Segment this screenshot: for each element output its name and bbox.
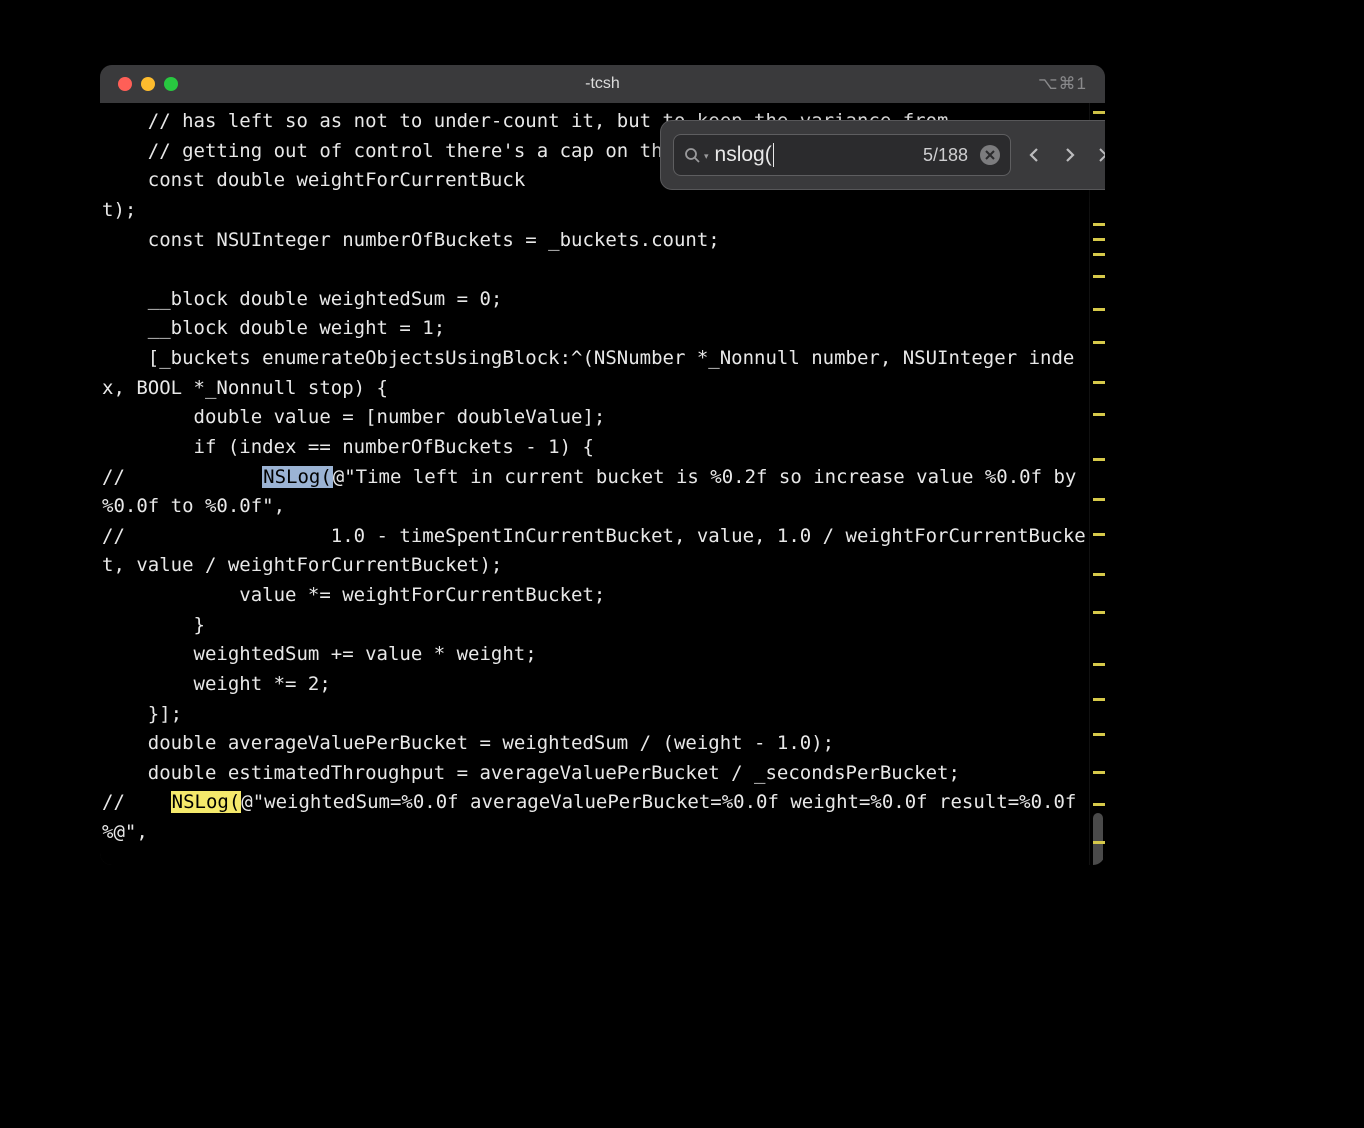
code-line: [_buckets enumerateObjectsUsingBlock:^(N…	[102, 347, 1074, 399]
minimap-match-mark	[1093, 803, 1105, 806]
traffic-lights	[118, 77, 178, 91]
clear-search-button[interactable]	[980, 145, 1000, 165]
minimap[interactable]	[1089, 103, 1105, 865]
code-line: const NSUInteger numberOfBuckets = _buck…	[102, 229, 720, 251]
search-match-current: NSLog(	[262, 466, 333, 488]
minimap-match-mark	[1093, 253, 1105, 256]
code-line: __block double weightedSum = 0;	[102, 288, 502, 310]
find-previous-button[interactable]	[1021, 135, 1047, 175]
terminal-content: // has left so as not to under-count it,…	[100, 103, 1105, 865]
code-line: __block double weight = 1;	[102, 317, 445, 339]
titlebar[interactable]: -tcsh ⌥⌘1	[100, 65, 1105, 103]
code-line: weight *= 2;	[102, 673, 331, 695]
search-input[interactable]: nslog(	[715, 143, 775, 167]
minimap-match-mark	[1093, 341, 1105, 344]
code-line: }	[102, 614, 205, 636]
minimap-match-mark	[1093, 111, 1105, 114]
terminal-window: -tcsh ⌥⌘1 // has left so as not to under…	[100, 65, 1105, 865]
search-icon	[684, 147, 700, 163]
minimap-match-mark	[1093, 771, 1105, 774]
close-find-button[interactable]	[1093, 135, 1105, 175]
code-line: double estimatedThroughput = averageValu…	[102, 762, 960, 784]
minimap-match-mark	[1093, 238, 1105, 241]
window-shortcut: ⌥⌘1	[1038, 74, 1087, 94]
minimap-match-mark	[1093, 381, 1105, 384]
close-window-button[interactable]	[118, 77, 132, 91]
code-line: //	[102, 466, 262, 488]
minimap-match-mark	[1093, 698, 1105, 701]
search-query-text: nslog(	[715, 143, 772, 166]
minimap-match-mark	[1093, 573, 1105, 576]
minimap-match-mark	[1093, 533, 1105, 536]
code-line: }];	[102, 703, 182, 725]
minimize-window-button[interactable]	[141, 77, 155, 91]
search-filter-button[interactable]: ▾ nslog( 5/188	[673, 134, 1011, 176]
zoom-window-button[interactable]	[164, 77, 178, 91]
minimap-match-mark	[1093, 733, 1105, 736]
minimap-match-mark	[1093, 498, 1105, 501]
text-cursor	[773, 143, 775, 167]
minimap-match-mark	[1093, 413, 1105, 416]
search-result-count: 5/188	[923, 145, 968, 166]
code-line: double averageValuePerBucket = weightedS…	[102, 732, 834, 754]
window-title: -tcsh	[100, 75, 1105, 93]
minimap-match-mark	[1093, 223, 1105, 226]
code-line: @"weightedSum=%0.0f averageValuePerBucke…	[102, 791, 1088, 843]
code-line: double value = [number doubleValue];	[102, 406, 605, 428]
code-line: //	[102, 791, 171, 813]
minimap-match-mark	[1093, 308, 1105, 311]
minimap-match-mark	[1093, 458, 1105, 461]
find-next-button[interactable]	[1057, 135, 1083, 175]
code-line: weightedSum += value * weight;	[102, 643, 537, 665]
minimap-match-mark	[1093, 663, 1105, 666]
scroll-thumb[interactable]	[1093, 813, 1103, 865]
minimap-match-mark	[1093, 611, 1105, 614]
chevron-down-icon: ▾	[704, 151, 709, 162]
search-match: NSLog(	[171, 791, 242, 813]
minimap-match-mark	[1093, 841, 1105, 844]
minimap-match-mark	[1093, 275, 1105, 278]
code-line: // 1.0 - timeSpentInCurrentBucket, value…	[102, 525, 1086, 577]
code-line: const double weightForCurrentBuck	[102, 169, 525, 191]
code-line: value *= weightForCurrentBucket;	[102, 584, 605, 606]
find-bar: ▾ nslog( 5/188	[660, 120, 1105, 190]
code-line: if (index == numberOfBuckets - 1) {	[102, 436, 594, 458]
code-area[interactable]: // has left so as not to under-count it,…	[100, 103, 1089, 865]
